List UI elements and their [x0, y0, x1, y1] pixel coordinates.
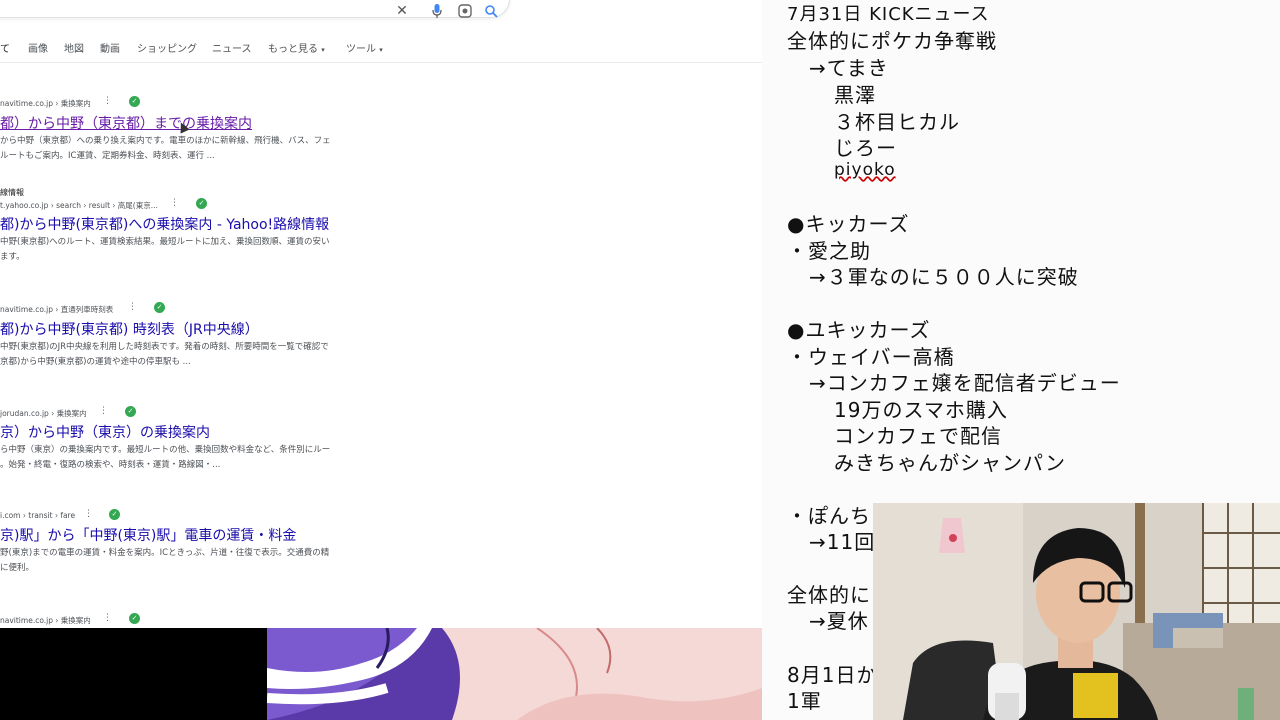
- snippet-line: 。始発・終電・復路の検索や、時刻表・運賃・路線図・...: [0, 460, 221, 470]
- note-line: →てまき: [809, 56, 889, 80]
- note-line: →コンカフェ嬢を配信者デビュー: [809, 371, 1121, 395]
- verified-icon: ✓: [125, 406, 136, 417]
- webcam-feed: [873, 503, 1280, 720]
- note-line: ・愛之助: [787, 239, 871, 263]
- verified-icon: ✓: [129, 96, 140, 107]
- search-results-pane: ✕ て 画像 地図 動画 ショッピング ニュース もっと見る ▾ ツール ▾ n…: [0, 0, 762, 720]
- note-line: 8月1日か: [787, 663, 878, 687]
- tab-images[interactable]: 画像: [28, 40, 48, 55]
- result-source: navitime.co.jp › 直通列車時刻表 ⋮ ✓: [0, 302, 400, 316]
- tab-more-label: もっと見る: [268, 44, 318, 55]
- more-options-icon[interactable]: ⋮: [99, 406, 108, 416]
- clear-icon[interactable]: ✕: [394, 3, 410, 19]
- note-line: じろー: [834, 136, 897, 160]
- result-site-name: 線情報: [0, 188, 24, 197]
- tab-shopping[interactable]: ショッピング: [137, 40, 197, 55]
- search-tabs: て 画像 地図 動画 ショッピング ニュース もっと見る ▾ ツール ▾: [0, 40, 762, 56]
- anime-art-image: [267, 628, 762, 720]
- result-snippet: 野(東京)までの電車の運賃・料金を案内。ICときっぷ、片道・往復で表示。交通費の…: [0, 546, 400, 576]
- result-source: t.yahoo.co.jp › search › result › 高尾(東京.…: [0, 198, 400, 212]
- snippet-line: 野(東京)までの電車の運賃・料金を案内。ICときっぷ、片道・往復で表示。交通費の…: [0, 548, 330, 558]
- note-line: 全体的にポケカ争奪戦: [787, 29, 997, 53]
- snippet-line: 中野(東京都)のJR中央線を利用した時刻表です。発着の時刻、所要時間を一覧で確認…: [0, 342, 329, 352]
- search-result: i.com › transit › fare ⋮ ✓ 京)駅」から「中野(東京)…: [0, 509, 400, 576]
- note-line: ●ユキッカーズ: [787, 318, 931, 342]
- tab-tools[interactable]: ツール ▾: [346, 40, 383, 55]
- note-line: →夏休: [809, 609, 869, 633]
- search-result: navitime.co.jp › 乗換案内 ⋮ ✓ 都）から中野（東京都）までの…: [0, 96, 400, 164]
- note-line: ・ウェイバー高橋: [787, 345, 955, 369]
- snippet-line: ら中野（東京）の乗換案内です。最短ルートの他、乗換回数や料金など、条件別にルー: [0, 445, 331, 455]
- snippet-line: 中野(東京都)へのルート、運賃検索結果。最短ルートに加え、乗換回数順、運賃の安い: [0, 237, 330, 247]
- more-options-icon[interactable]: ⋮: [170, 198, 179, 208]
- result-title-link[interactable]: 京)駅」から「中野(東京)駅」電車の運賃・料金: [0, 525, 400, 544]
- snippet-line: 京都)から中野(東京都)の運賃や途中の停車駅も ...: [0, 357, 191, 367]
- result-source: navitime.co.jp › 乗換案内 ⋮ ✓: [0, 613, 400, 627]
- verified-icon: ✓: [109, 509, 120, 520]
- result-snippet: ら中野（東京）の乗換案内です。最短ルートの他、乗換回数や料金など、条件別にルー …: [0, 443, 400, 473]
- note-line: 黒澤: [834, 83, 876, 107]
- note-line: piyoko: [834, 160, 896, 180]
- result-url: navitime.co.jp › 乗換案内: [0, 616, 91, 625]
- result-url: jorudan.co.jp › 乗換案内: [0, 409, 87, 418]
- verified-icon: ✓: [129, 613, 140, 624]
- tab-videos[interactable]: 動画: [100, 40, 120, 55]
- note-line: →３軍なのに５００人に突破: [809, 265, 1079, 289]
- more-options-icon[interactable]: ⋮: [128, 302, 137, 312]
- more-options-icon[interactable]: ⋮: [103, 96, 112, 106]
- more-options-icon[interactable]: ⋮: [84, 509, 93, 519]
- snippet-line: ルートもご案内。IC運賃、定期券料金、時刻表、運行 ...: [0, 151, 215, 161]
- note-line: 19万のスマホ購入: [834, 398, 1008, 422]
- result-url: navitime.co.jp › 直通列車時刻表: [0, 305, 114, 314]
- search-input[interactable]: ✕: [0, 0, 510, 19]
- result-snippet: から中野（東京都）への乗り換え案内です。電車のほかに新幹線、飛行機、バス、フェ …: [0, 134, 400, 164]
- note-line: 全体的に: [787, 583, 871, 607]
- microphone-icon[interactable]: [429, 3, 445, 19]
- search-result: navitime.co.jp › 直通列車時刻表 ⋮ ✓ 都)から中野(東京都)…: [0, 302, 400, 370]
- result-title-link[interactable]: 都)から中野(東京都)への乗換案内 - Yahoo!路線情報: [0, 214, 400, 233]
- search-icon[interactable]: [483, 3, 499, 19]
- snippet-line: に便利。: [0, 563, 35, 573]
- note-line: コンカフェで配信: [834, 424, 1002, 448]
- note-line: →11回: [809, 530, 876, 554]
- result-title-link[interactable]: 京）から中野（東京）の乗換案内: [0, 422, 400, 441]
- result-snippet: 中野(東京都)のJR中央線を利用した時刻表です。発着の時刻、所要時間を一覧で確認…: [0, 340, 400, 370]
- result-source: navitime.co.jp › 乗換案内 ⋮ ✓: [0, 96, 400, 110]
- search-result: jorudan.co.jp › 乗換案内 ⋮ ✓ 京）から中野（東京）の乗換案内…: [0, 406, 400, 473]
- lens-icon[interactable]: [457, 3, 473, 19]
- note-line: ●キッカーズ: [787, 212, 910, 236]
- snippet-line: から中野（東京都）への乗り換え案内です。電車のほかに新幹線、飛行機、バス、フェ: [0, 136, 331, 146]
- result-url: navitime.co.jp › 乗換案内: [0, 99, 91, 108]
- verified-icon: ✓: [196, 198, 207, 209]
- chevron-down-icon: ▾: [379, 46, 383, 54]
- search-result: 線情報 t.yahoo.co.jp › search › result › 高尾…: [0, 187, 400, 265]
- tab-tools-label: ツール: [346, 44, 376, 55]
- note-line: みきちゃんがシャンパン: [834, 451, 1066, 475]
- result-url: i.com › transit › fare: [0, 511, 76, 520]
- note-line: 1軍: [787, 689, 822, 713]
- search-result: navitime.co.jp › 乗換案内 ⋮ ✓: [0, 613, 400, 627]
- tab-news[interactable]: ニュース: [212, 40, 252, 55]
- note-line: ・ぽんち: [787, 504, 871, 528]
- note-line: ３杯目ヒカル: [834, 110, 960, 134]
- result-title-link[interactable]: 都)から中野(東京都) 時刻表（JR中央線）: [0, 319, 400, 338]
- tab-maps[interactable]: 地図: [64, 40, 84, 55]
- note-line: 7月31日 KICKニュース: [787, 4, 990, 25]
- result-snippet: 中野(東京都)へのルート、運賃検索結果。最短ルートに加え、乗換回数順、運賃の安い…: [0, 235, 400, 265]
- result-url: t.yahoo.co.jp › search › result › 高尾(東京.…: [0, 201, 158, 210]
- result-source: i.com › transit › fare ⋮ ✓: [0, 509, 400, 523]
- black-overlay: [0, 628, 267, 720]
- snippet-line: ます。: [0, 252, 25, 262]
- result-title-link[interactable]: 都）から中野（東京都）までの乗換案内: [0, 113, 400, 132]
- more-options-icon[interactable]: ⋮: [103, 613, 112, 623]
- divider: [0, 62, 762, 63]
- tab-more[interactable]: もっと見る ▾: [268, 40, 325, 55]
- verified-icon: ✓: [154, 302, 165, 313]
- result-source: jorudan.co.jp › 乗換案内 ⋮ ✓: [0, 406, 400, 420]
- tab-all[interactable]: て: [0, 40, 10, 55]
- chevron-down-icon: ▾: [321, 46, 325, 54]
